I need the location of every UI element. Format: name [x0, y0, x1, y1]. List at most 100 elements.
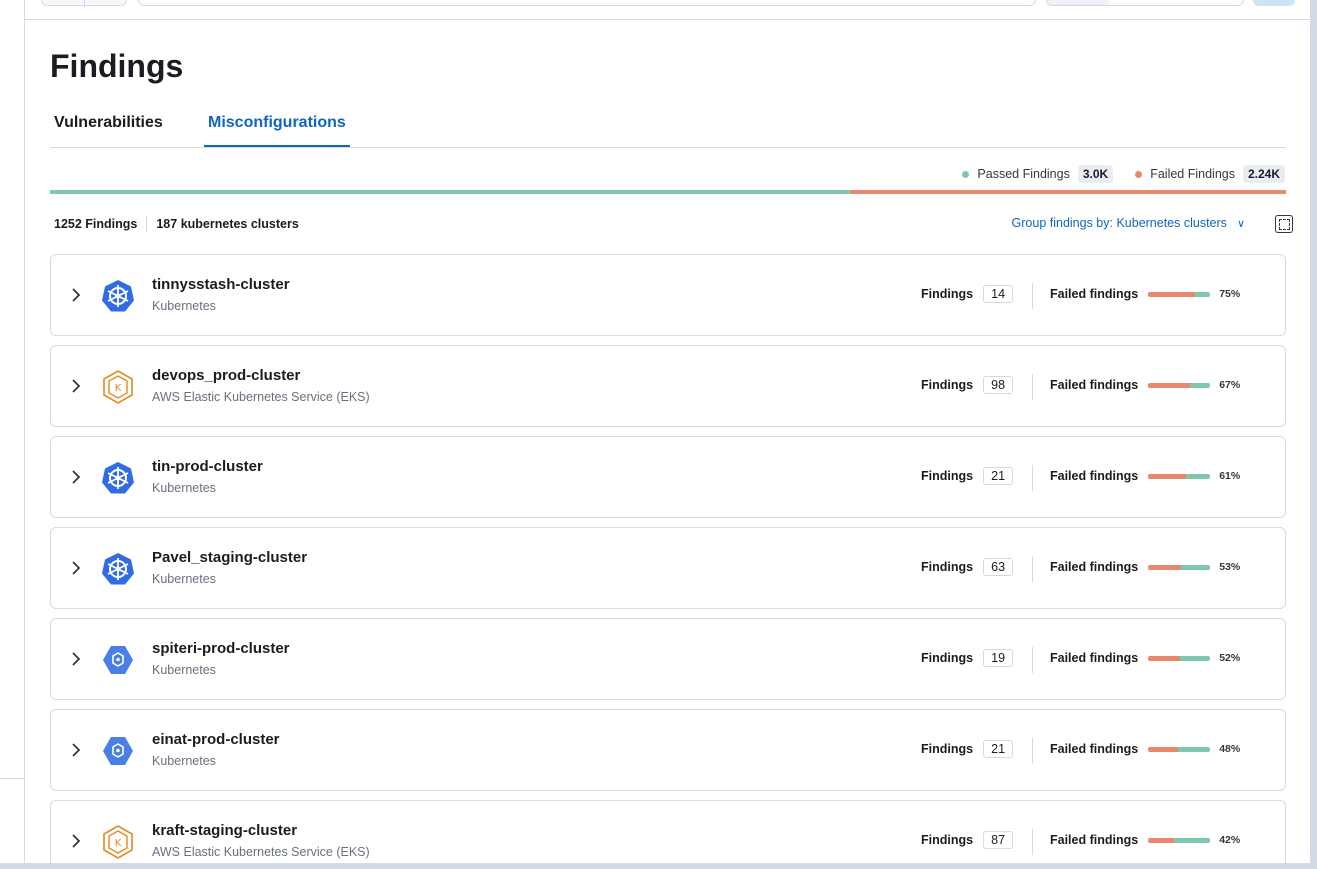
refresh-button[interactable]: [1253, 0, 1295, 6]
legend-failed: Failed Findings 2.24K: [1135, 165, 1285, 183]
cluster-name: devops_prod-cluster: [152, 367, 301, 384]
aws-eks-icon: K: [101, 370, 135, 404]
cluster-name: Pavel_staging-cluster: [152, 549, 308, 566]
passed-ratio-fill: [1174, 837, 1211, 843]
failed-findings-label: Failed findings: [1050, 287, 1139, 301]
chevron-right-icon[interactable]: [69, 741, 83, 759]
legend-passed-label: Passed Findings: [977, 167, 1070, 181]
cluster-list: tinnysstash-cluster Kubernetes Findings 14 F…: [50, 254, 1286, 863]
date-picker[interactable]: [1046, 0, 1244, 6]
clusters-count: 187 kubernetes clusters: [156, 217, 299, 231]
findings-label: Findings: [921, 833, 974, 847]
cluster-row[interactable]: einat-prod-cluster Kubernetes Findings 21 Fa…: [50, 709, 1286, 791]
cluster-type: AWS Elastic Kubernetes Service (EKS): [152, 845, 370, 859]
cluster-name: spiteri-prod-cluster: [152, 640, 290, 657]
cluster-failed-findings: Failed findings 52%: [1050, 651, 1240, 665]
cluster-row[interactable]: tinnysstash-cluster Kubernetes Findings 14 F…: [50, 254, 1286, 336]
failed-ratio-fill: [1148, 291, 1195, 297]
failed-percent: 42%: [1219, 834, 1241, 846]
cluster-row[interactable]: Kdevops_prod-cluster AWS Elastic Kubernet…: [50, 345, 1286, 427]
cluster-failed-findings: Failed findings 42%: [1050, 833, 1240, 847]
chevron-right-icon[interactable]: [69, 286, 83, 304]
findings-legend: Passed Findings 3.0K Failed Findings 2.2…: [962, 164, 1285, 184]
cluster-type: Kubernetes: [152, 572, 216, 586]
aws-eks-icon: K: [101, 825, 135, 859]
ratio-bar-passed: [50, 190, 851, 194]
row-divider: [1032, 465, 1033, 491]
passed-ratio-fill: [1180, 655, 1211, 661]
gke-icon: [101, 734, 135, 768]
svg-text:K: K: [115, 838, 122, 849]
chevron-right-icon[interactable]: [69, 377, 83, 395]
cluster-name: tin-prod-cluster: [152, 458, 263, 475]
cluster-name: einat-prod-cluster: [152, 731, 280, 748]
passed-ratio-fill: [1194, 291, 1211, 297]
query-button-group[interactable]: [41, 0, 127, 7]
findings-label: Findings: [921, 742, 974, 756]
passed-ratio-fill: [1189, 382, 1211, 388]
tab-misconfigurations[interactable]: Misconfigurations: [204, 110, 350, 147]
findings-count: 1252 Findings: [54, 217, 138, 231]
button-group-separator: [84, 0, 85, 7]
svg-text:K: K: [115, 383, 122, 394]
chevron-right-icon[interactable]: [69, 650, 83, 668]
failed-ratio-fill: [1148, 473, 1187, 479]
failed-percent: 52%: [1219, 652, 1241, 664]
cluster-row[interactable]: Pavel_staging-cluster Kubernetes Findings 6…: [50, 527, 1286, 609]
legend-passed-count: 3.0K: [1077, 165, 1114, 183]
passed-failed-ratio-bar: [50, 190, 1286, 194]
cluster-findings: Findings 19: [921, 649, 1014, 667]
findings-label: Findings: [921, 378, 974, 392]
findings-summary: 1252 Findings 187 kubernetes clusters: [54, 216, 299, 232]
row-divider: [1032, 738, 1033, 764]
chevron-right-icon[interactable]: [69, 468, 83, 486]
date-picker-quick-menu[interactable]: [1047, 0, 1109, 5]
row-divider: [1032, 374, 1033, 400]
cluster-findings: Findings 21: [921, 467, 1014, 485]
findings-label: Findings: [921, 651, 974, 665]
fullscreen-icon[interactable]: [1275, 215, 1293, 233]
cluster-findings: Findings 87: [921, 831, 1014, 849]
group-by-selector[interactable]: Group findings by: Kubernetes clusters ∨: [1012, 216, 1245, 230]
cluster-failed-findings: Failed findings 67%: [1050, 378, 1240, 392]
bottom-edge: [0, 863, 1317, 869]
failed-percent: 61%: [1219, 470, 1241, 482]
findings-tabs: Vulnerabilities Misconfigurations: [50, 110, 1286, 148]
failed-ratio-fill: [1148, 746, 1178, 752]
failed-percent: 67%: [1219, 379, 1241, 391]
group-by-label: Group findings by: Kubernetes clusters: [1011, 216, 1227, 230]
failed-ratio-bar: [1148, 291, 1211, 297]
query-quote-glyph: ”: [1025, 0, 1029, 4]
cluster-row[interactable]: spiteri-prod-cluster Kubernetes Findings 19…: [50, 618, 1286, 700]
gke-icon: [101, 643, 135, 677]
failed-ratio-fill: [1148, 382, 1190, 388]
chevron-right-icon[interactable]: [69, 559, 83, 577]
chevron-right-icon[interactable]: [69, 832, 83, 850]
cluster-findings: Findings 14: [921, 285, 1014, 303]
findings-count-badge: 87: [983, 831, 1014, 849]
findings-count-badge: 98: [983, 376, 1014, 394]
cluster-failed-findings: Failed findings 53%: [1050, 560, 1240, 574]
cluster-findings: Findings 63: [921, 558, 1014, 576]
failed-ratio-bar: [1148, 564, 1211, 570]
findings-count-badge: 21: [983, 467, 1014, 485]
failed-percent: 75%: [1219, 288, 1241, 300]
right-scrollbar-track[interactable]: [1309, 0, 1317, 869]
failed-findings-label: Failed findings: [1050, 378, 1139, 392]
tab-vulnerabilities[interactable]: Vulnerabilities: [50, 110, 167, 148]
cluster-findings: Findings 21: [921, 740, 1014, 758]
row-divider: [1032, 647, 1033, 673]
row-divider: [1032, 283, 1033, 309]
passed-ratio-fill: [1177, 746, 1211, 752]
query-input[interactable]: ”: [138, 0, 1036, 6]
cluster-type: Kubernetes: [152, 754, 216, 768]
findings-panel: ” Findings Vulnerabilities Misconfigurat…: [24, 0, 1310, 863]
cluster-findings: Findings 98: [921, 376, 1014, 394]
legend-passed: Passed Findings 3.0K: [962, 165, 1114, 183]
cluster-type: Kubernetes: [152, 663, 216, 677]
cluster-row[interactable]: tin-prod-cluster Kubernetes Findings 21 Fail…: [50, 436, 1286, 518]
failed-ratio-bar: [1148, 837, 1211, 843]
cluster-row[interactable]: Kkraft-staging-cluster AWS Elastic Kubern…: [50, 800, 1286, 863]
findings-count-badge: 14: [983, 285, 1014, 303]
passed-ratio-fill: [1186, 473, 1211, 479]
